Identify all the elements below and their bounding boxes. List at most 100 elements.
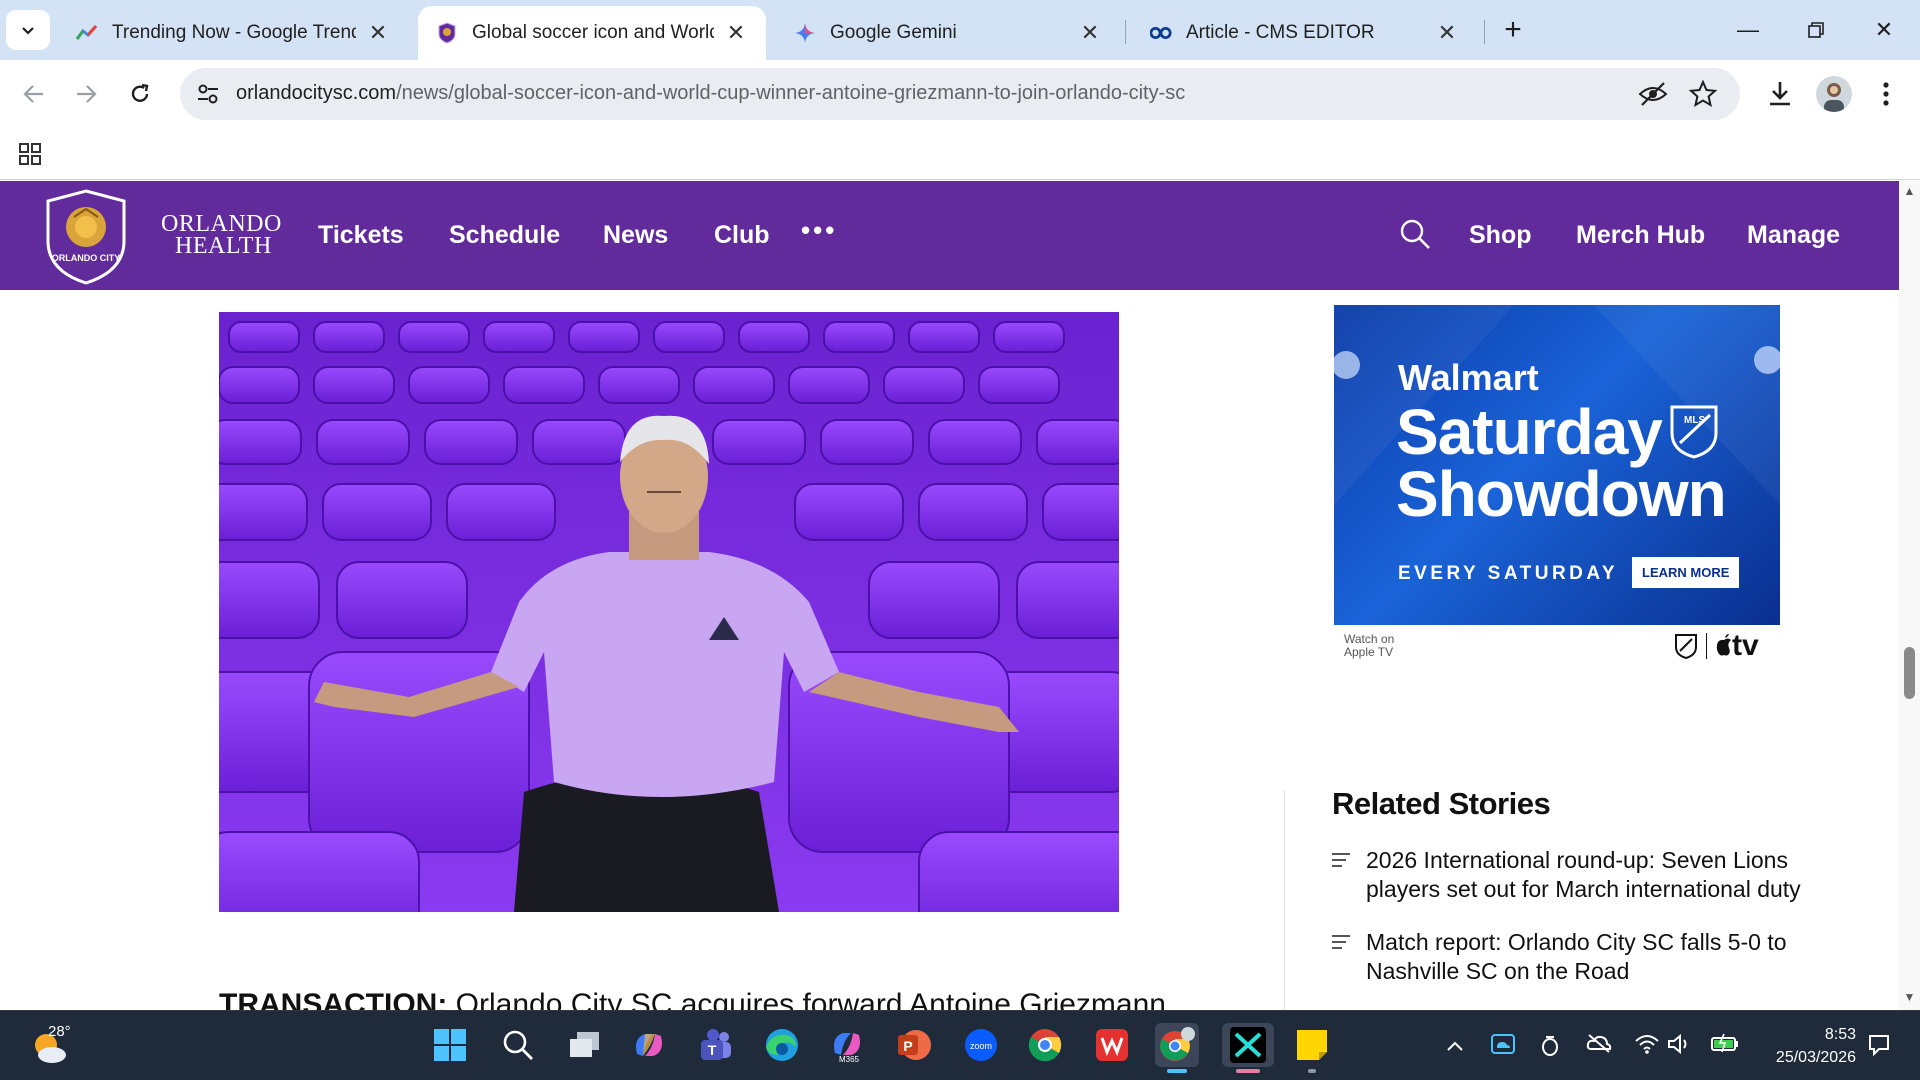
profile-avatar[interactable] [1816,76,1852,112]
site-header: ORLANDO CITY ORLANDO HEALTH Tickets Sche… [0,181,1899,290]
taskbar-teams[interactable]: T [693,1023,737,1067]
wifi-icon[interactable] [1634,1033,1660,1059]
taskbar-active-app[interactable] [1222,1023,1274,1067]
task-view-icon [570,1032,599,1057]
page-scrollbar[interactable]: ▲ ▼ [1899,181,1920,1010]
taskbar-wps-office[interactable] [1090,1023,1134,1067]
running-indicator [1308,1069,1316,1073]
nav-schedule[interactable]: Schedule [449,221,560,250]
taskbar-m365-copilot[interactable]: M365 [825,1023,869,1067]
taskbar-search-button[interactable] [496,1023,540,1067]
orlando-city-favicon-icon [436,22,458,44]
related-story-title[interactable]: 2026 International round-up: Seven Lions… [1366,846,1816,904]
close-window-button[interactable]: ✕ [1864,12,1904,48]
nav-news[interactable]: News [603,221,668,250]
cms-logo-icon [1150,22,1172,44]
onedrive-sync-icon[interactable] [1490,1033,1516,1059]
apple-logo-icon [1716,634,1731,656]
taskbar-clock[interactable]: 8:53 25/03/2026 [1756,1023,1856,1069]
windows-taskbar: 28° T M365 P zoom 8:53 25/03/2026 [0,1010,1920,1080]
volume-icon[interactable] [1666,1033,1692,1059]
mls-badge-text: MLS [1684,415,1705,426]
tab-orlando-city[interactable]: Global soccer icon and World C ✕ [418,6,766,60]
notifications-icon[interactable] [1866,1033,1892,1059]
new-tab-button[interactable]: + [1495,12,1531,48]
star-icon[interactable] [1688,80,1718,108]
taskbar-zoom[interactable]: zoom [959,1023,1003,1067]
close-icon[interactable]: ✕ [366,20,390,46]
taskbar-copilot[interactable] [627,1023,671,1067]
scroll-down-arrow-icon[interactable]: ▼ [1903,991,1916,1004]
transaction-text[interactable]: Orlando City SC acquires forward Antoine… [456,988,1166,1010]
windows-start-button[interactable] [428,1023,472,1067]
related-story-item[interactable]: Match report: Orlando City SC falls 5-0 … [1332,928,1812,992]
url-text[interactable]: orlandocitysc.com/news/global-soccer-ico… [236,82,1185,105]
m365-copilot-icon: M365 [834,1033,860,1063]
bookmarks-bar [0,128,1920,180]
teams-icon: T [701,1029,731,1060]
transaction-label: TRANSACTION: [219,988,448,1010]
page-content: Walmart Saturday Showdown MLS EVERY SATU… [0,290,1899,1010]
nav-shop[interactable]: Shop [1469,221,1532,250]
search-icon[interactable] [1398,217,1432,251]
tab-title: Trending Now - Google Trends [112,22,356,43]
crest-text: ORLANDO CITY [52,253,121,263]
mls-shield-icon: MLS [1670,405,1718,459]
address-bar[interactable]: orlandocitysc.com/news/global-soccer-ico… [180,68,1740,120]
forward-button[interactable] [66,74,106,114]
chrome-icon [1028,1029,1062,1062]
battery-charging-icon[interactable] [1710,1033,1738,1059]
scroll-up-arrow-icon[interactable]: ▲ [1903,185,1916,198]
tab-google-trends[interactable]: Trending Now - Google Trends ✕ [58,6,408,60]
site-info-icon[interactable] [194,80,222,108]
windows-logo-icon [434,1029,466,1061]
related-story-title[interactable]: Match report: Orlando City SC falls 5-0 … [1366,928,1816,986]
minimize-button[interactable]: — [1728,12,1768,48]
nav-merch-hub[interactable]: Merch Hub [1576,221,1705,250]
location-icon[interactable] [1537,1033,1563,1059]
ad-learn-more-button[interactable]: LEARN MORE [1632,557,1740,588]
tab-cms-editor[interactable]: Article - CMS EDITOR ✕ [1132,6,1477,60]
taskbar-chrome-profile[interactable] [1155,1023,1199,1067]
weather-temperature[interactable]: 28° [48,1023,71,1040]
back-button[interactable] [14,74,54,114]
m365-label: M365 [839,1055,860,1063]
taskbar-chrome[interactable] [1023,1023,1067,1067]
nav-more-button[interactable]: ••• [801,215,837,246]
reload-button[interactable] [120,74,160,114]
taskbar-edge[interactable] [760,1023,804,1067]
close-icon[interactable]: ✕ [1078,20,1102,46]
task-view-button[interactable] [563,1023,607,1067]
taskbar-powerpoint[interactable]: P [892,1023,936,1067]
apps-grid-icon[interactable] [18,142,42,166]
show-hidden-icons-chevron-icon[interactable] [1442,1033,1468,1059]
orlando-health-sponsor-logo[interactable]: ORLANDO HEALTH [161,212,282,259]
taskbar-sticky-notes[interactable] [1290,1023,1334,1067]
tab-google-gemini[interactable]: Google Gemini ✕ [776,6,1120,60]
avatar-icon [1824,83,1844,112]
nav-manage[interactable]: Manage [1747,221,1840,250]
close-icon[interactable]: ✕ [1435,20,1459,46]
sponsor-line2: HEALTH [175,233,272,259]
scrollbar-thumb[interactable] [1904,647,1915,699]
nav-tickets[interactable]: Tickets [318,221,404,250]
running-indicator [1236,1069,1260,1073]
ad-watch-line2: Apple TV [1344,645,1394,659]
nav-club[interactable]: Club [714,221,770,250]
restore-button[interactable] [1796,12,1836,48]
ad-subline: EVERY SATURDAY [1398,563,1619,584]
ad-brand: Walmart [1398,357,1539,398]
close-icon[interactable]: ✕ [724,20,748,46]
related-story-item[interactable]: 2026 International round-up: Seven Lions… [1332,846,1812,910]
eye-slash-icon[interactable] [1638,80,1668,108]
download-icon[interactable] [1762,76,1798,112]
related-stories-heading: Related Stories [1332,786,1551,821]
cloud-off-icon[interactable] [1586,1033,1612,1059]
walmart-saturday-showdown-ad[interactable]: Walmart Saturday Showdown MLS EVERY SATU… [1334,305,1780,625]
kebab-menu-icon[interactable] [1868,76,1904,112]
arrow-left-icon [23,85,43,103]
orlando-city-crest-logo[interactable]: ORLANDO CITY [44,189,128,285]
clock-time: 8:53 [1824,1026,1856,1043]
chevron-down-icon [22,27,34,35]
tab-search-button[interactable] [6,10,50,50]
